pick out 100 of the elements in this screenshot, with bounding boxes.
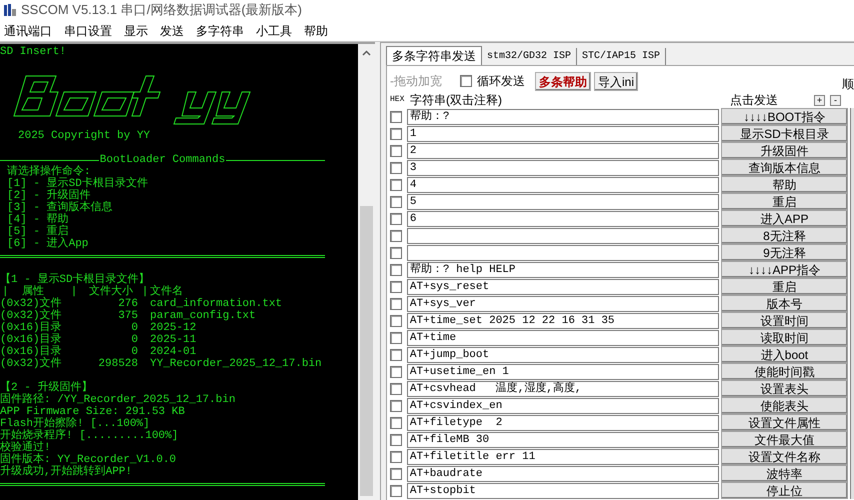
- send-button[interactable]: ↓↓↓↓BOOT指令: [720, 108, 848, 125]
- send-button[interactable]: 设置文件名称: [720, 448, 848, 465]
- file-size: 0: [130, 322, 138, 334]
- send-button[interactable]: 设置时间: [720, 312, 848, 329]
- checkbox[interactable]: [390, 128, 402, 140]
- checkbox[interactable]: [390, 434, 402, 446]
- terminal-line: 【1 - 显示SD卡根目录文件】: [0, 274, 150, 286]
- scroll-thumb[interactable]: [360, 206, 373, 496]
- command-input-field[interactable]: 4: [406, 176, 719, 192]
- send-button[interactable]: 设置表头: [720, 380, 848, 397]
- command-input-field[interactable]: AT+usetime_en 1: [406, 364, 719, 380]
- checkbox[interactable]: [390, 246, 402, 258]
- checkbox[interactable]: [390, 332, 402, 344]
- menu-item[interactable]: 帮助: [304, 22, 328, 38]
- send-button[interactable]: 使能时间戳: [720, 363, 848, 380]
- terminal-line: 固件路径: /YY_Recorder_2025_12_17.bin: [0, 394, 236, 406]
- checkbox[interactable]: [390, 382, 402, 394]
- send-button[interactable]: 停止位: [720, 482, 848, 499]
- command-input-field[interactable]: 2: [406, 142, 719, 158]
- checkbox[interactable]: [390, 178, 402, 190]
- send-button[interactable]: 进入APP: [720, 210, 848, 227]
- send-button[interactable]: 使能表头: [720, 397, 848, 414]
- checkbox[interactable]: [390, 144, 402, 156]
- terminal-line: 固件版本: YY_Recorder_V1.0.0: [0, 454, 176, 466]
- terminal-line: 升级成功,开始跳转到APP!: [0, 466, 132, 478]
- command-input-field[interactable]: AT+sys_reset: [406, 278, 719, 294]
- checkbox[interactable]: [390, 450, 402, 462]
- menu-item[interactable]: 通讯端口: [4, 22, 52, 38]
- window-title: SSCOM V5.13.1 串口/网络数据调试器(最新版本): [21, 1, 302, 20]
- command-input-field[interactable]: AT+stopbit: [406, 482, 719, 498]
- checkbox[interactable]: [390, 264, 402, 276]
- command-input-field[interactable]: AT+time_set 2025 12 22 16 31 35: [406, 312, 719, 328]
- send-button[interactable]: 重启: [720, 278, 848, 295]
- command-input-field[interactable]: AT+jump_boot: [406, 346, 719, 362]
- command-input-field[interactable]: 帮助：? help HELP: [406, 262, 719, 278]
- checkbox[interactable]: [390, 348, 402, 360]
- scrollbar[interactable]: [358, 44, 375, 500]
- send-button[interactable]: 版本号: [720, 295, 848, 312]
- command-input-field[interactable]: 6: [406, 210, 719, 226]
- send-button[interactable]: 显示SD卡根目录: [720, 125, 848, 142]
- checkbox[interactable]: [460, 75, 472, 87]
- send-button[interactable]: 8无注释: [720, 227, 848, 244]
- remove-row-button[interactable]: -: [830, 94, 841, 106]
- command-input-field[interactable]: AT+sys_ver: [406, 296, 719, 312]
- multi-help-button[interactable]: 多条帮助: [535, 72, 591, 90]
- table-header-text: |: [1, 286, 10, 298]
- scroll-up-icon[interactable]: [362, 50, 371, 56]
- menu-item[interactable]: 串口设置: [64, 22, 112, 38]
- checkbox[interactable]: [390, 366, 402, 378]
- command-input-field[interactable]: AT+time: [406, 330, 719, 346]
- import-ini-button[interactable]: 导入ini: [594, 72, 638, 90]
- command-input-field[interactable]: 1: [406, 126, 719, 142]
- checkbox[interactable]: [390, 468, 402, 480]
- menu-item[interactable]: 发送: [160, 22, 184, 38]
- send-button[interactable]: 重启: [720, 193, 848, 210]
- terminal-line: [5] - 重启: [7, 226, 69, 238]
- add-row-button[interactable]: +: [814, 94, 825, 106]
- hex-label: HEX: [390, 94, 406, 106]
- string-column-label: 字符串(双击注释): [410, 92, 503, 109]
- app-icon: [3, 3, 17, 17]
- send-button[interactable]: 升级固件: [720, 142, 848, 159]
- send-button[interactable]: 设置文件属性: [720, 414, 848, 431]
- checkbox[interactable]: [390, 484, 402, 496]
- command-input-field[interactable]: AT+filetitle err 11: [406, 448, 719, 464]
- menu-item[interactable]: 显示: [124, 22, 148, 38]
- command-input-field[interactable]: [406, 228, 719, 244]
- command-input-field[interactable]: 5: [406, 194, 719, 210]
- command-input-field[interactable]: AT+filetype 2: [406, 414, 719, 430]
- send-button[interactable]: ↓↓↓↓APP指令: [720, 261, 848, 278]
- checkbox[interactable]: [390, 298, 402, 310]
- command-input-field[interactable]: AT+csvhead 温度,湿度,高度,: [406, 380, 719, 396]
- checkbox[interactable]: [390, 196, 402, 208]
- command-input-field[interactable]: 3: [406, 160, 719, 176]
- command-input-field[interactable]: AT+fileMB 30: [406, 432, 719, 448]
- send-button[interactable]: 进入boot: [720, 346, 848, 363]
- terminal-line: SD Insert!: [0, 46, 66, 58]
- command-input-field[interactable]: [406, 244, 719, 260]
- checkbox[interactable]: [390, 280, 402, 292]
- send-button[interactable]: 读取时间: [720, 329, 848, 346]
- menu-item[interactable]: 小工具: [256, 22, 292, 38]
- checkbox[interactable]: [390, 416, 402, 428]
- send-button[interactable]: 波特率: [720, 465, 848, 482]
- send-button[interactable]: 文件最大值: [720, 431, 848, 448]
- checkbox[interactable]: [390, 230, 402, 242]
- file-name: 2024-01: [150, 346, 196, 358]
- checkbox[interactable]: [390, 212, 402, 224]
- checkbox[interactable]: [390, 400, 402, 412]
- checkbox[interactable]: [390, 314, 402, 326]
- command-input-field[interactable]: AT+baudrate: [406, 466, 719, 482]
- menu-item[interactable]: 多字符串: [196, 22, 244, 38]
- send-button[interactable]: 帮助: [720, 176, 848, 193]
- file-size: 0: [130, 346, 138, 358]
- table-header-text: |: [70, 286, 78, 298]
- send-button[interactable]: 9无注释: [720, 244, 848, 261]
- checkbox[interactable]: [390, 162, 402, 174]
- command-input-field[interactable]: AT+csvindex_en: [406, 398, 719, 414]
- send-button[interactable]: 查询版本信息: [720, 159, 848, 176]
- command-input-field[interactable]: 帮助：?: [406, 108, 719, 124]
- checkbox[interactable]: [390, 110, 402, 122]
- tab[interactable]: 多条字符串发送: [386, 46, 482, 65]
